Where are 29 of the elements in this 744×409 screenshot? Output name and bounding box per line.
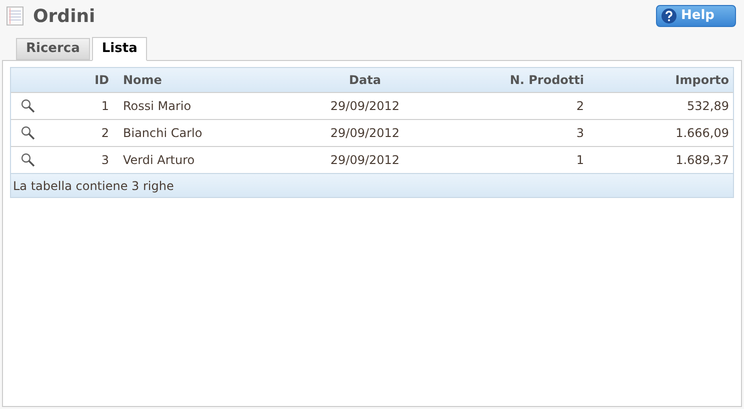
table-cell-text: 1 <box>100 98 110 115</box>
table-cell-text: 1.666,09 <box>674 125 730 142</box>
search-icon[interactable] <box>21 153 35 167</box>
document-icon <box>6 6 24 26</box>
search-icon[interactable] <box>21 99 35 113</box>
table-cell-text: 3 <box>100 152 110 169</box>
column-header[interactable]: Nome <box>113 71 301 89</box>
tab[interactable]: Ricerca <box>16 38 90 60</box>
table-cell-text: Verdi Arturo <box>122 152 196 169</box>
table-cell-text: Rossi Mario <box>122 98 192 115</box>
question-icon <box>661 8 677 24</box>
search-icon[interactable] <box>21 126 35 140</box>
table-cell-text: Bianchi Carlo <box>122 125 204 142</box>
table-cell-text: 1 <box>575 152 585 169</box>
table-cell-text: 2 <box>575 98 585 115</box>
column-header[interactable]: Importo <box>590 71 735 89</box>
table-cell-text: 532,89 <box>686 98 730 115</box>
table-cell-text: 3 <box>575 125 585 142</box>
table-cell-text: 29/09/2012 <box>329 98 401 115</box>
row-count: La tabella contiene 3 righe <box>13 178 174 194</box>
page-title: Ordini <box>33 4 96 28</box>
tab[interactable]: Lista <box>92 37 148 61</box>
table-cell-text: 29/09/2012 <box>329 125 401 142</box>
column-header[interactable]: ID <box>51 71 113 89</box>
table-cell-text: 29/09/2012 <box>329 152 401 169</box>
table-cell-text: 2 <box>100 125 110 142</box>
column-header[interactable]: N. Prodotti <box>429 71 590 89</box>
column-header[interactable]: Data <box>301 71 429 89</box>
table-cell-text: 1.689,37 <box>674 152 730 169</box>
